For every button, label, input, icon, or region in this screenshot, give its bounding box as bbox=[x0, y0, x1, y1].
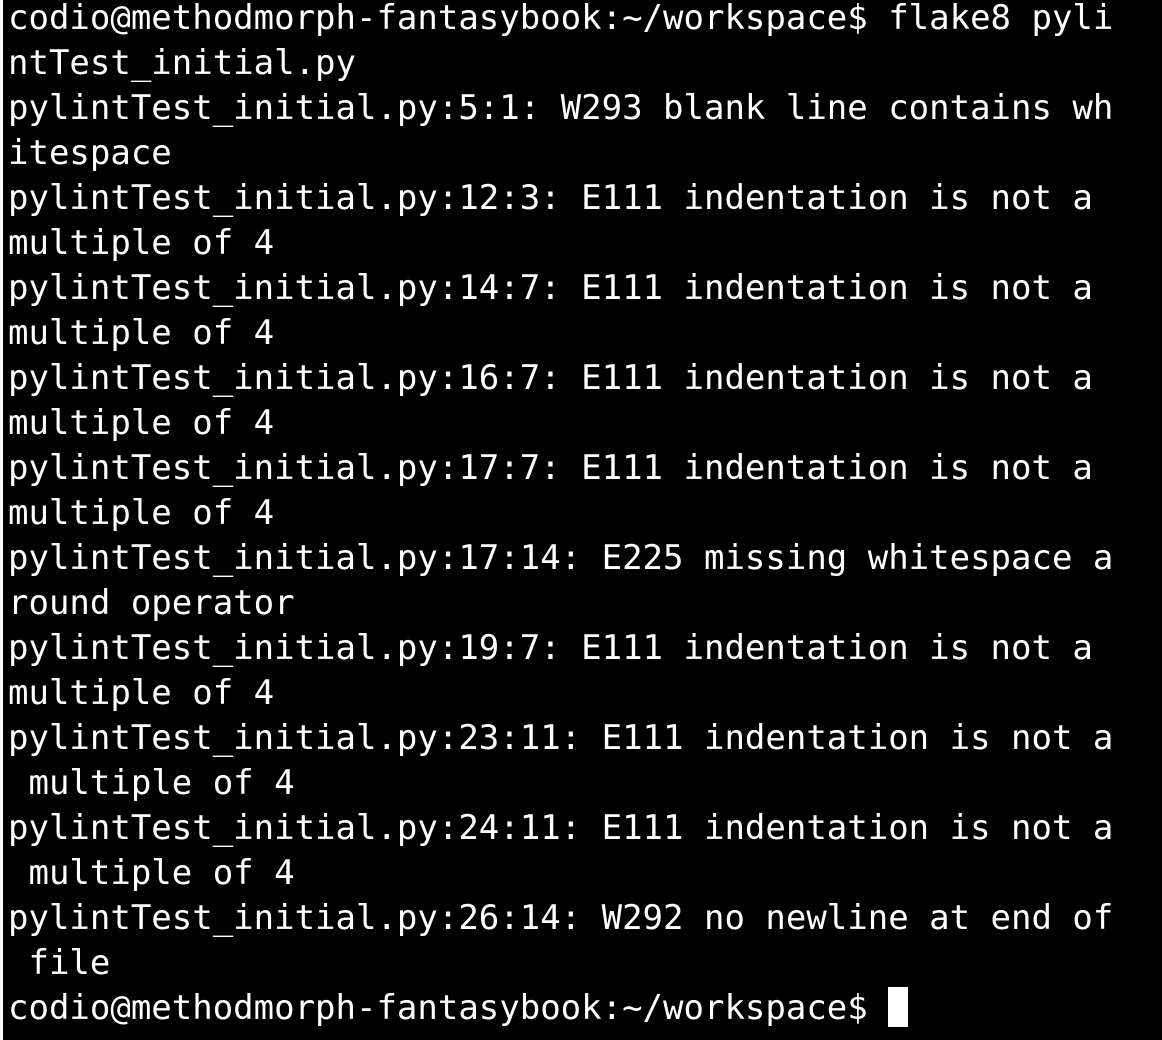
terminal-line: pylintTest_initial.py:5:1: W293 blank li… bbox=[8, 88, 1114, 128]
terminal-line: multiple of 4 bbox=[8, 223, 275, 263]
terminal-line: round operator bbox=[8, 583, 295, 623]
terminal-line: pylintTest_initial.py:19:7: E111 indenta… bbox=[8, 628, 1093, 668]
terminal-line: multiple of 4 bbox=[8, 403, 275, 443]
terminal-line: multiple of 4 bbox=[8, 673, 275, 713]
terminal-line: multiple of 4 bbox=[8, 313, 275, 353]
terminal-line: ntTest_initial.py bbox=[8, 43, 356, 83]
terminal-window[interactable]: codio@methodmorph-fantasybook:~/workspac… bbox=[0, 0, 1162, 1040]
terminal-line: pylintTest_initial.py:17:14: E225 missin… bbox=[8, 538, 1114, 578]
terminal-line: pylintTest_initial.py:17:7: E111 indenta… bbox=[8, 448, 1093, 488]
terminal-line: pylintTest_initial.py:14:7: E111 indenta… bbox=[8, 268, 1093, 308]
terminal-line: pylintTest_initial.py:24:11: E111 indent… bbox=[8, 808, 1114, 848]
terminal-line: multiple of 4 bbox=[8, 853, 295, 893]
terminal-output: codio@methodmorph-fantasybook:~/workspac… bbox=[8, 0, 1162, 1031]
text-cursor bbox=[888, 987, 909, 1027]
terminal-line: pylintTest_initial.py:16:7: E111 indenta… bbox=[8, 358, 1093, 398]
terminal-line: pylintTest_initial.py:23:11: E111 indent… bbox=[8, 718, 1114, 758]
terminal-line: codio@methodmorph-fantasybook:~/workspac… bbox=[8, 0, 1114, 38]
shell-prompt: codio@methodmorph-fantasybook:~/workspac… bbox=[8, 988, 889, 1028]
terminal-line: multiple of 4 bbox=[8, 763, 295, 803]
terminal-line: file bbox=[8, 943, 111, 983]
terminal-line: pylintTest_initial.py:26:14: W292 no new… bbox=[8, 898, 1114, 938]
window-left-border bbox=[0, 0, 3, 1040]
terminal-line: itespace bbox=[8, 133, 172, 173]
terminal-line: multiple of 4 bbox=[8, 493, 275, 533]
terminal-prompt-line[interactable]: codio@methodmorph-fantasybook:~/workspac… bbox=[8, 986, 1162, 1031]
terminal-line: pylintTest_initial.py:12:3: E111 indenta… bbox=[8, 178, 1093, 218]
